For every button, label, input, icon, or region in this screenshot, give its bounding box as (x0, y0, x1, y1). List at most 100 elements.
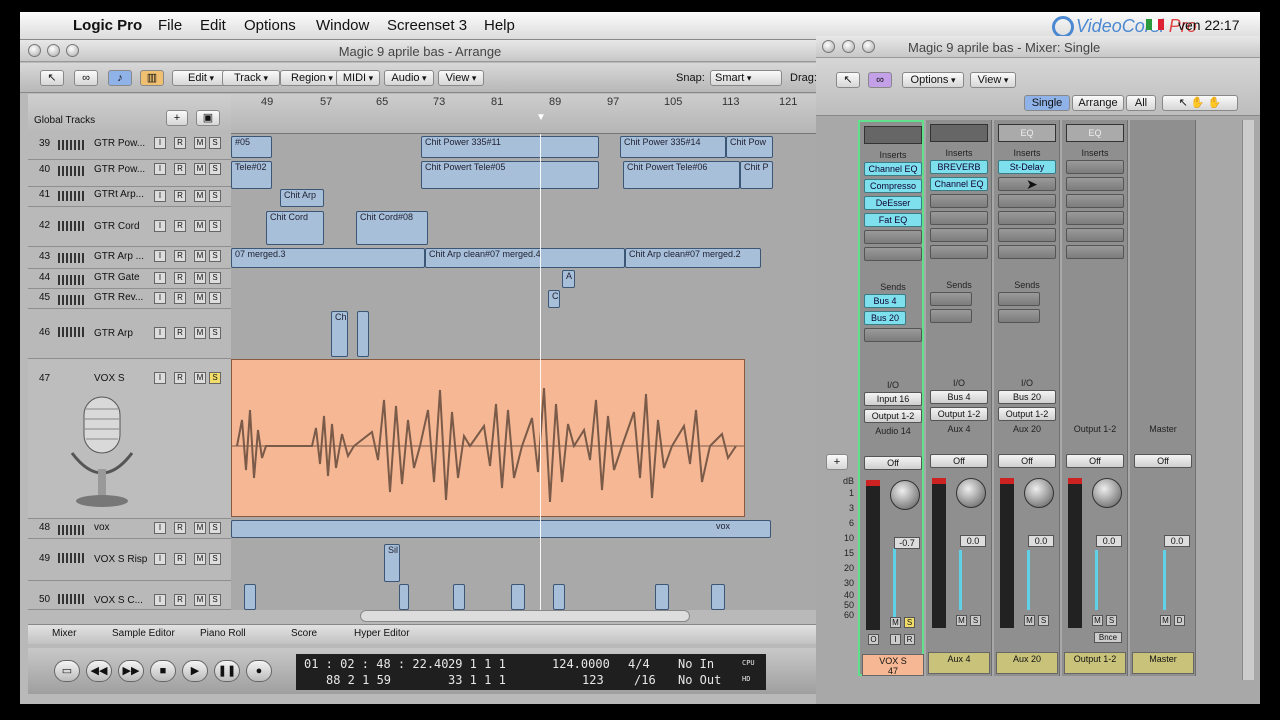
input-button[interactable]: I (154, 372, 166, 384)
region[interactable] (511, 584, 525, 610)
insert-slot[interactable] (1066, 228, 1124, 242)
dim-button[interactable]: D (1174, 615, 1185, 626)
automation-slot[interactable]: Off (864, 456, 922, 470)
send-slot[interactable]: Bus 20 (864, 311, 906, 325)
track-name[interactable]: GTR Pow... (94, 164, 145, 175)
back-icon[interactable]: ↖ (40, 70, 64, 86)
playhead-marker-icon[interactable]: ▼ (536, 112, 546, 123)
track-header[interactable]: 50 VOX S C... I R M S (28, 581, 231, 610)
track-name[interactable]: GTR Arp (94, 328, 133, 339)
link-icon[interactable]: ∞ (74, 70, 98, 86)
insert-slot[interactable] (930, 245, 988, 259)
input-button[interactable]: I (154, 594, 166, 606)
mute-button[interactable]: M (194, 327, 206, 339)
volume-fader[interactable] (959, 550, 962, 610)
stop-icon[interactable]: ■ (150, 660, 176, 682)
tab-score[interactable]: Score (291, 628, 317, 639)
mute-button[interactable]: M (194, 190, 206, 202)
track-name[interactable]: VOX S Risp (94, 554, 147, 565)
tab-piano-roll[interactable]: Piano Roll (200, 628, 246, 639)
track-name[interactable]: GTR Cord (94, 221, 140, 232)
track-header[interactable]: 49 VOX S Risp I R M S (28, 539, 231, 581)
track-header[interactable]: 46 GTR Arp I R M S (28, 309, 231, 359)
record-button[interactable]: R (174, 594, 186, 606)
track-header[interactable]: 48 vox I R M S (28, 519, 231, 539)
volume-fader[interactable] (1027, 550, 1030, 610)
insert-slot[interactable]: DeEsser (864, 196, 922, 210)
insert-slot[interactable]: St-Delay (998, 160, 1056, 174)
mute-button[interactable]: M (1092, 615, 1103, 626)
output-slot[interactable]: Output 1-2 (864, 409, 922, 423)
region[interactable]: Ch (331, 311, 348, 357)
mute-button[interactable]: M (194, 553, 206, 565)
region[interactable]: Chit Powert Tele#05 (421, 161, 599, 189)
region[interactable] (453, 584, 465, 610)
track-name[interactable]: GTR Pow... (94, 138, 145, 149)
tab-hyper-editor[interactable]: Hyper Editor (354, 628, 410, 639)
region[interactable]: Tele#02 (231, 161, 272, 189)
record-button[interactable]: R (174, 553, 186, 565)
midi-menu[interactable]: MIDI (336, 70, 380, 86)
region[interactable]: Chit Power 335#14 (620, 136, 726, 158)
pan-knob[interactable] (890, 480, 920, 510)
volume-fader[interactable] (1095, 550, 1098, 610)
mute-button[interactable]: M (194, 250, 206, 262)
add-track-icon[interactable]: + (166, 110, 188, 126)
record-button[interactable]: R (174, 190, 186, 202)
pan-knob[interactable] (956, 478, 986, 508)
vox-audio-region[interactable] (231, 359, 745, 517)
fader-value[interactable]: 0.0 (1096, 535, 1122, 547)
automation-slot[interactable]: Off (930, 454, 988, 468)
zoom-icon[interactable] (862, 40, 875, 53)
menu-options[interactable]: Options (244, 17, 296, 34)
menu-window[interactable]: Window (316, 17, 369, 34)
region[interactable]: A (562, 270, 575, 288)
pan-knob[interactable] (1092, 478, 1122, 508)
insert-slot[interactable] (1066, 211, 1124, 225)
fader-value[interactable]: 0.0 (1164, 535, 1190, 547)
view-menu[interactable]: View (438, 70, 484, 86)
close-icon[interactable] (822, 40, 835, 53)
solo-button[interactable]: S (1038, 615, 1049, 626)
track-name[interactable]: GTRt Arp... (94, 189, 144, 200)
region[interactable]: Chit P (740, 161, 773, 189)
insert-slot[interactable] (930, 228, 988, 242)
track-header[interactable]: 42 GTR Cord I R M S (28, 207, 231, 247)
region[interactable]: Chit Pow (726, 136, 773, 158)
track-header[interactable]: 43 GTR Arp ... I R M S (28, 247, 231, 269)
solo-button[interactable]: S (209, 190, 221, 202)
mute-button[interactable]: M (956, 615, 967, 626)
solo-button[interactable]: S (209, 137, 221, 149)
mute-button[interactable]: M (194, 137, 206, 149)
vertical-scrollbar[interactable] (1242, 120, 1254, 680)
region[interactable] (655, 584, 669, 610)
eq-thumbnail[interactable]: EQ (1066, 124, 1124, 142)
volume-fader[interactable] (1163, 550, 1166, 610)
mute-button[interactable]: M (194, 292, 206, 304)
menu-help[interactable]: Help (484, 17, 515, 34)
mute-button[interactable]: M (194, 594, 206, 606)
pan-knob[interactable] (1024, 478, 1054, 508)
input-button[interactable]: I (154, 553, 166, 565)
track-header[interactable]: 45 GTR Rev... I R M S (28, 289, 231, 309)
automation-slot[interactable]: Off (1134, 454, 1192, 468)
insert-slot[interactable] (864, 230, 922, 244)
track-name[interactable]: vox (94, 522, 110, 533)
input-slot[interactable]: Input 16 (864, 392, 922, 406)
record-button[interactable]: R (174, 250, 186, 262)
single-button[interactable]: Single (1024, 95, 1070, 111)
menu-screenset[interactable]: Screenset 3 (387, 17, 467, 34)
channel-name[interactable]: Master (1132, 652, 1194, 674)
insert-slot[interactable] (998, 211, 1056, 225)
input-button[interactable]: I (154, 327, 166, 339)
insert-slot[interactable] (998, 245, 1056, 259)
insert-slot[interactable]: Fat EQ (864, 213, 922, 227)
input-button[interactable]: I (154, 137, 166, 149)
input-button[interactable]: I (154, 522, 166, 534)
solo-button[interactable]: S (209, 553, 221, 565)
input-button[interactable]: I (154, 292, 166, 304)
region[interactable]: Chit Arp (280, 189, 324, 207)
menu-clock[interactable]: ven 22:17 (1178, 17, 1240, 33)
insert-slot[interactable] (864, 247, 922, 261)
mute-button[interactable]: M (194, 220, 206, 232)
